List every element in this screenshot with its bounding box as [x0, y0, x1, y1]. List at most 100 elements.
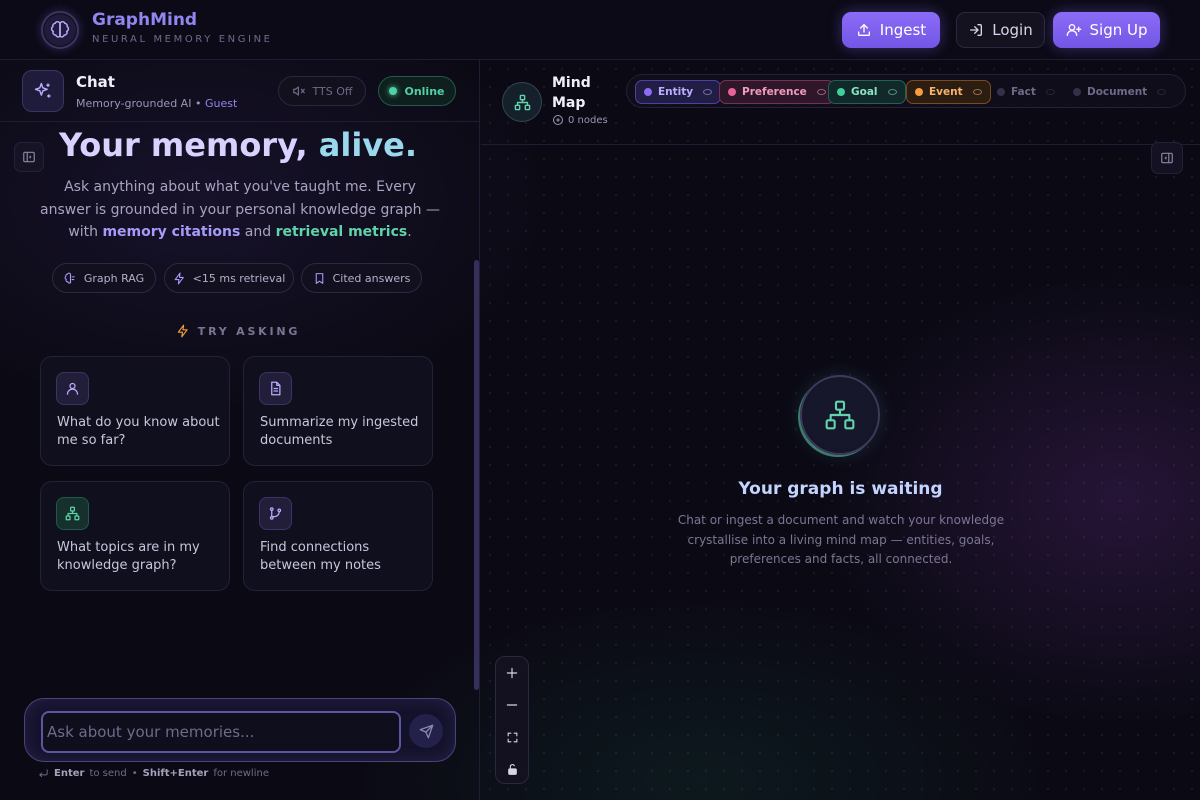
legend-dot [915, 88, 923, 96]
user-icon [66, 382, 79, 395]
chat-subtitle: Memory-grounded AI • Guest [76, 97, 237, 110]
signup-label: Sign Up [1089, 21, 1148, 39]
upload-icon [857, 24, 870, 36]
signup-button[interactable]: Sign Up [1053, 12, 1160, 48]
empty-state-icon [800, 375, 880, 455]
hint-text-newline: for newline [213, 768, 269, 779]
eye-icon [1045, 89, 1055, 95]
legend-label: Fact [1011, 86, 1036, 98]
brand-tagline: NEURAL MEMORY ENGINE [92, 34, 273, 45]
mindmap-title: Mind Map [552, 75, 591, 111]
send-icon [419, 724, 433, 738]
legend-entity[interactable]: Entity [635, 80, 722, 104]
legend-goal[interactable]: Goal [828, 80, 906, 104]
chat-composer [24, 698, 456, 762]
sparkles-icon [34, 82, 51, 98]
status-label: Online [404, 84, 445, 98]
suggestion-card[interactable]: Find connections between my notes [243, 481, 433, 591]
mindmap-header: Mind Map 0 nodes Entity Preference Goal … [481, 60, 1200, 145]
ingest-label: Ingest [879, 21, 927, 39]
hero-title-main: Your memory, [59, 126, 319, 164]
try-asking-text: TRY ASKING [197, 324, 301, 338]
plus-icon [506, 667, 518, 679]
logo[interactable] [41, 11, 79, 49]
brain-icon [50, 21, 70, 38]
brain-icon [64, 272, 75, 284]
chip-label: Graph RAG [83, 271, 145, 285]
hero-title: Your memory, alive. [0, 126, 476, 164]
circle-dot-icon [553, 115, 563, 125]
tts-toggle[interactable]: TTS Off [278, 76, 366, 106]
node-count-label: 0 nodes [568, 114, 608, 126]
chip-retrieval: <15 ms retrieval [164, 263, 294, 293]
login-button[interactable]: Login [956, 12, 1045, 48]
user-name: Guest [204, 97, 238, 110]
chip-label: Cited answers [332, 271, 411, 285]
document-icon [271, 381, 281, 396]
legend-label: Entity [658, 86, 694, 98]
chat-input[interactable] [41, 711, 401, 753]
suggestion-text: What do you know about me so far? [57, 415, 220, 448]
chip-graph-rag: Graph RAG [52, 263, 156, 293]
chip-cited: Cited answers [301, 263, 422, 293]
node-count: 0 nodes [552, 114, 608, 126]
mindmap-panel: Mind Map 0 nodes Entity Preference Goal … [481, 60, 1200, 800]
lock-button[interactable] [496, 753, 528, 785]
user-plus-icon [1066, 24, 1081, 36]
suggestion-card[interactable]: What topics are in my knowledge graph? [40, 481, 230, 591]
send-button[interactable] [409, 714, 443, 748]
chat-title: Chat [76, 73, 115, 91]
unlock-icon [507, 763, 517, 775]
legend-preference[interactable]: Preference [719, 80, 835, 104]
hero-description: Ask anything about what you've taught me… [40, 176, 440, 244]
legend-dot [644, 88, 652, 96]
top-bar: GraphMind NEURAL MEMORY ENGINE Ingest Lo… [0, 0, 1200, 60]
status-badge: Online [378, 76, 456, 106]
eye-icon [887, 89, 897, 95]
hint-key-shift-enter: Shift+Enter [142, 768, 209, 779]
tts-label: TTS Off [312, 84, 353, 98]
legend-fact[interactable]: Fact [989, 80, 1063, 104]
sidebar-right-icon [1161, 152, 1173, 164]
suggestion-text: What topics are in my knowledge graph? [57, 540, 200, 573]
login-icon [970, 24, 983, 36]
speaker-muted-icon [292, 86, 305, 96]
retrieval-metrics-link: retrieval metrics [275, 224, 408, 240]
graph-icon [514, 94, 530, 110]
zoom-out-button[interactable] [496, 689, 528, 721]
bookmark-icon [315, 272, 323, 284]
eye-icon [1157, 89, 1167, 95]
bolt-icon [174, 272, 184, 284]
legend-dot [837, 88, 845, 96]
app-root: GraphMind NEURAL MEMORY ENGINE Ingest Lo… [0, 0, 1200, 800]
input-hint: Enter to send • Shift+Enter for newline [38, 768, 269, 779]
legend-document[interactable]: Document [1065, 80, 1174, 104]
chat-subtitle-separator: • [194, 97, 202, 110]
chat-scrollbar[interactable] [474, 260, 479, 690]
suggestion-card[interactable]: What do you know about me so far? [40, 356, 230, 466]
bolt-icon [177, 324, 188, 338]
suggestion-icon-box [56, 497, 89, 530]
eye-icon [703, 89, 713, 95]
hero-text-2: and [240, 224, 276, 240]
hero-text-3: . [407, 224, 412, 240]
empty-state-text: Chat or ingest a document and watch your… [677, 513, 1005, 566]
chat-avatar [22, 70, 64, 112]
legend-dot [997, 88, 1005, 96]
ingest-button[interactable]: Ingest [842, 12, 940, 48]
login-label: Login [992, 21, 1033, 39]
graph-icon [825, 400, 855, 430]
graph-icon [65, 506, 80, 521]
suggestion-card[interactable]: Summarize my ingested documents [243, 356, 433, 466]
chat-subtitle-text: Memory-grounded AI [76, 97, 192, 110]
fit-view-button[interactable] [496, 721, 528, 753]
legend-event[interactable]: Event [906, 80, 991, 104]
hint-text-send: to send [89, 768, 127, 779]
legend-dot [728, 88, 736, 96]
suggestion-icon-box [56, 372, 89, 405]
mindmap-avatar [502, 82, 542, 122]
collapse-panel-button[interactable] [1151, 142, 1183, 174]
zoom-in-button[interactable] [496, 657, 528, 689]
zoom-controls [495, 656, 529, 784]
suggestion-icon-box [259, 372, 292, 405]
